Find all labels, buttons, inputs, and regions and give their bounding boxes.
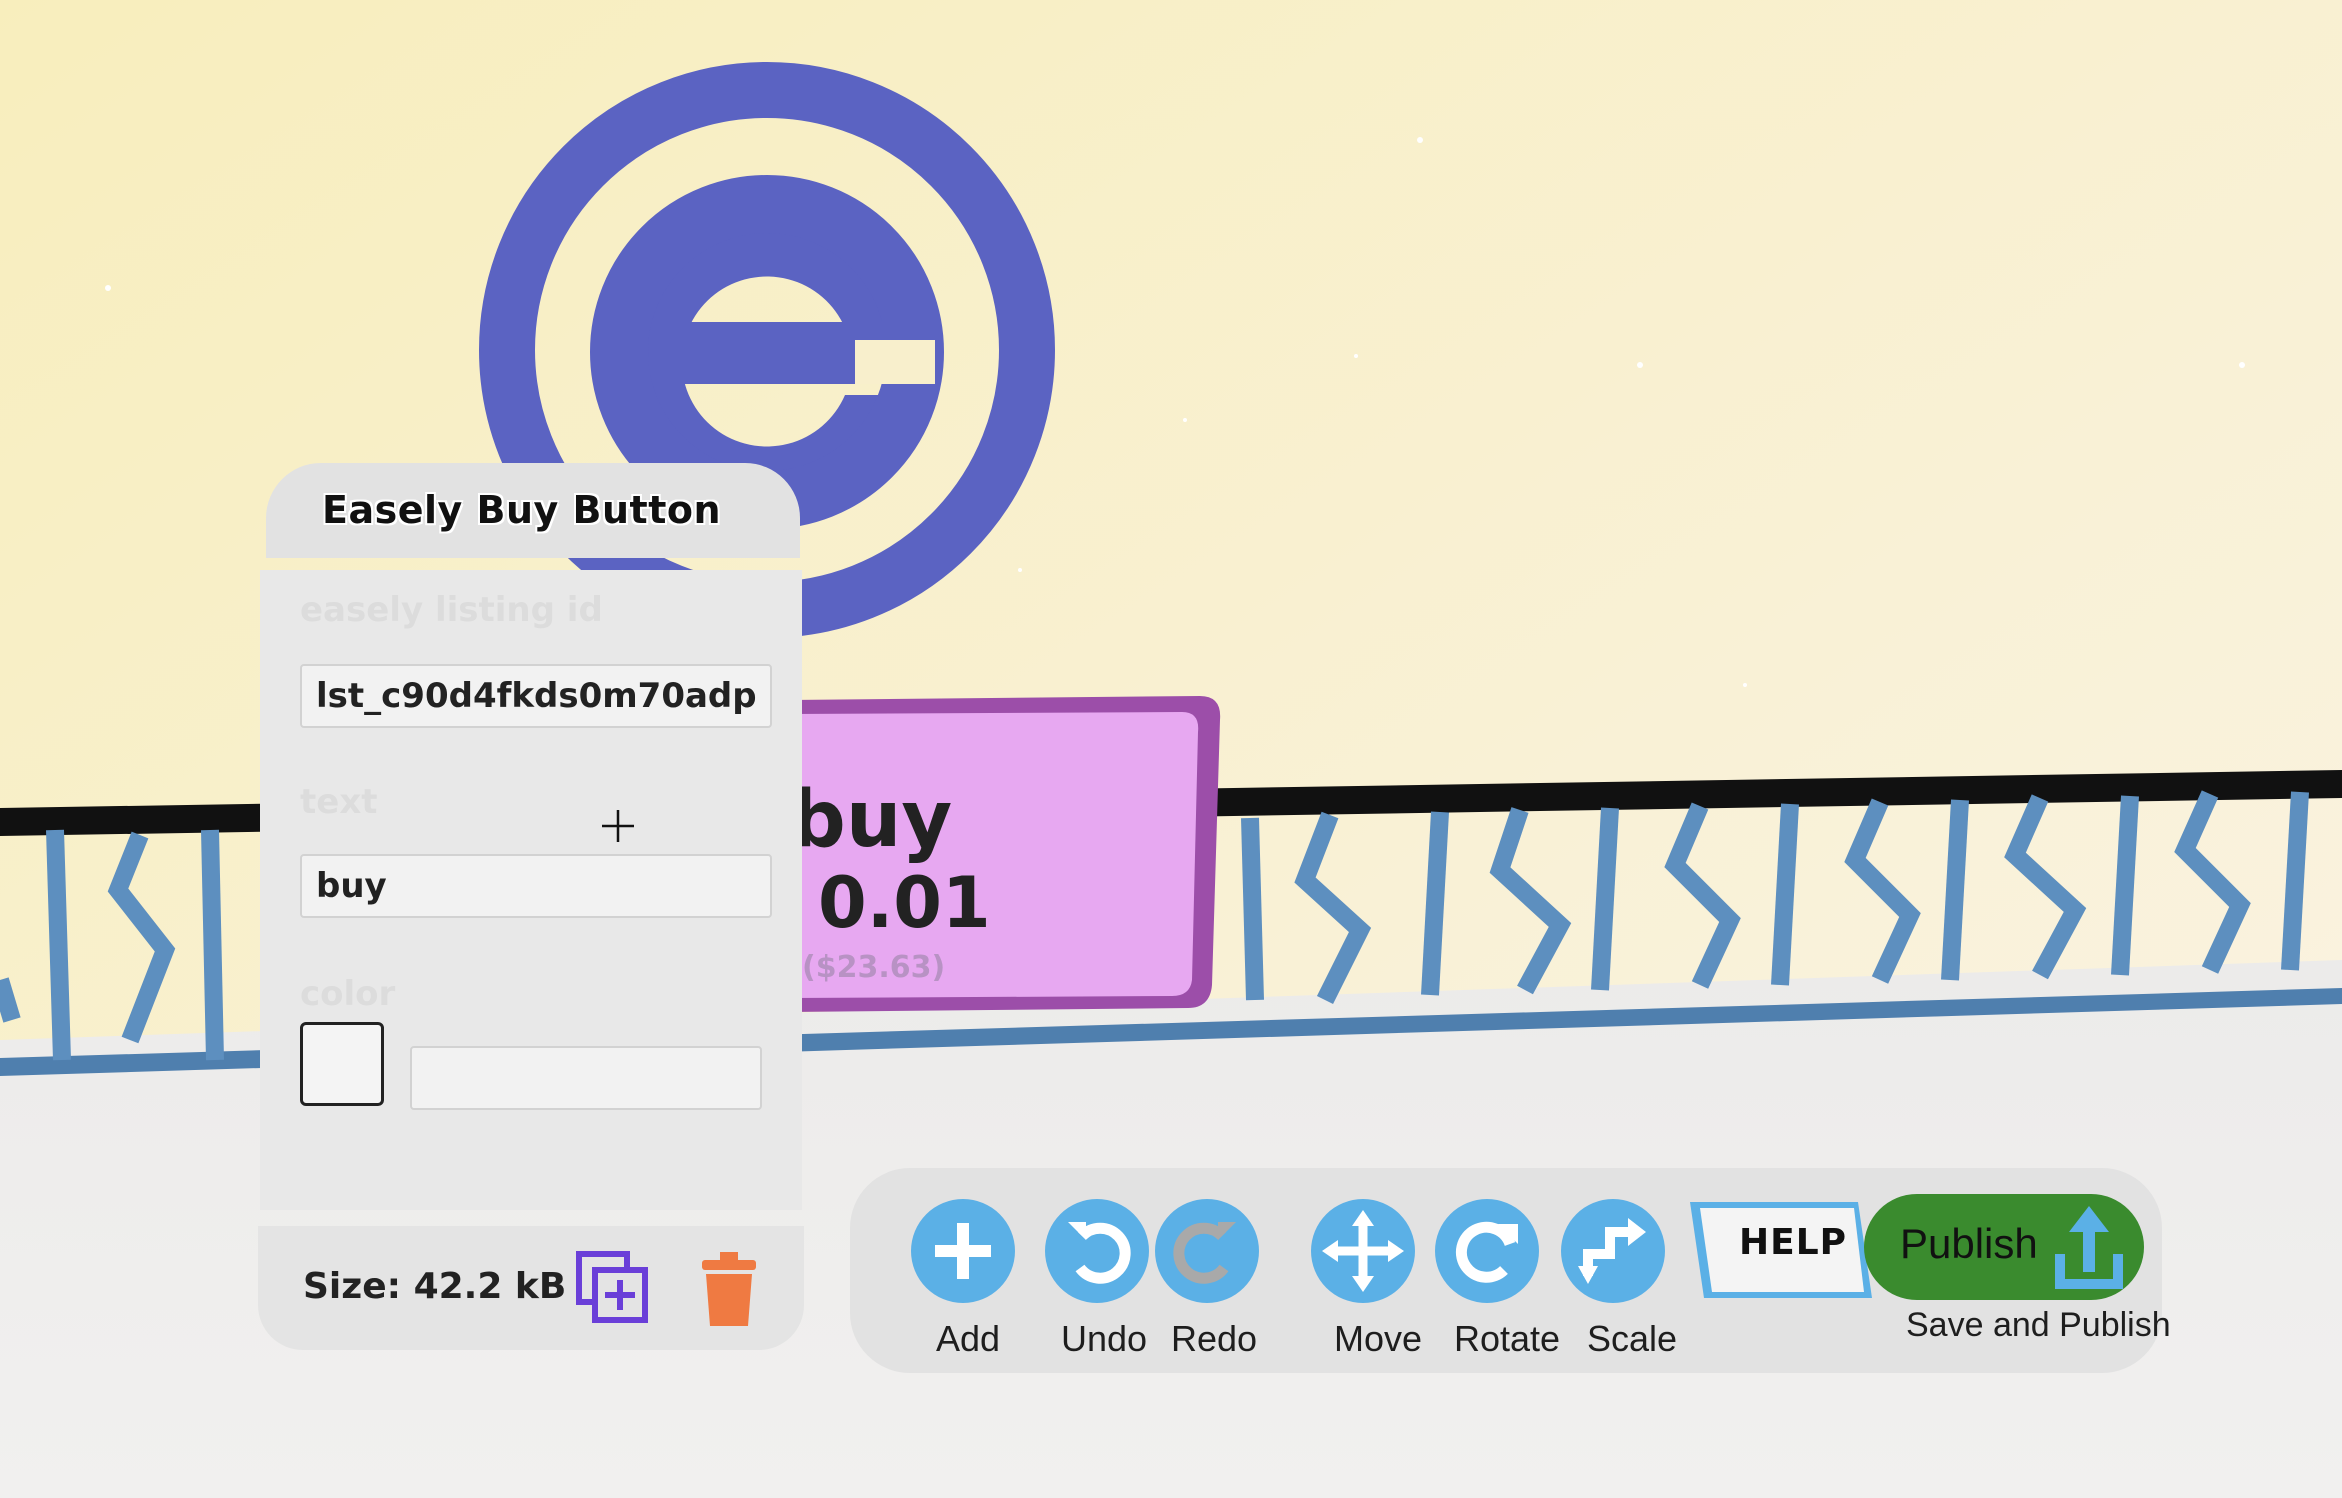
duplicate-icon[interactable] bbox=[575, 1250, 649, 1324]
crosshair-icon bbox=[602, 810, 634, 842]
color-label: color bbox=[300, 974, 396, 1014]
listing-id-label: easely listing id bbox=[300, 590, 603, 630]
panel-title: Easely Buy Button bbox=[322, 488, 722, 532]
undo-button[interactable] bbox=[1042, 1196, 1152, 1306]
rotate-label: Rotate bbox=[1453, 1318, 1561, 1359]
sign-usd: ($23.63) bbox=[802, 950, 946, 985]
move-label: Move bbox=[1333, 1318, 1423, 1359]
rotate-button[interactable] bbox=[1432, 1196, 1542, 1306]
help-label: HELP bbox=[1738, 1222, 1848, 1263]
move-button[interactable] bbox=[1308, 1196, 1418, 1306]
sign-price: 0.01 bbox=[818, 862, 991, 944]
color-swatch[interactable] bbox=[300, 1022, 384, 1106]
publish-label: Publish bbox=[1900, 1220, 2038, 1267]
add-button[interactable] bbox=[908, 1196, 1018, 1306]
undo-label: Undo bbox=[1060, 1318, 1148, 1359]
text-input[interactable] bbox=[300, 854, 772, 918]
add-label: Add bbox=[935, 1318, 1001, 1359]
listing-id-input[interactable] bbox=[300, 664, 772, 728]
redo-label: Redo bbox=[1170, 1318, 1258, 1359]
sign-word: buy bbox=[790, 775, 953, 865]
redo-button[interactable] bbox=[1152, 1196, 1262, 1306]
save-and-publish-label: Save and Publish bbox=[1906, 1306, 2171, 1344]
scale-label: Scale bbox=[1586, 1318, 1678, 1359]
scale-button[interactable] bbox=[1558, 1196, 1668, 1306]
color-input[interactable] bbox=[410, 1046, 762, 1110]
trash-icon[interactable] bbox=[700, 1250, 758, 1328]
text-label: text bbox=[300, 782, 378, 822]
size-text: Size: 42.2 kB bbox=[303, 1266, 567, 1307]
